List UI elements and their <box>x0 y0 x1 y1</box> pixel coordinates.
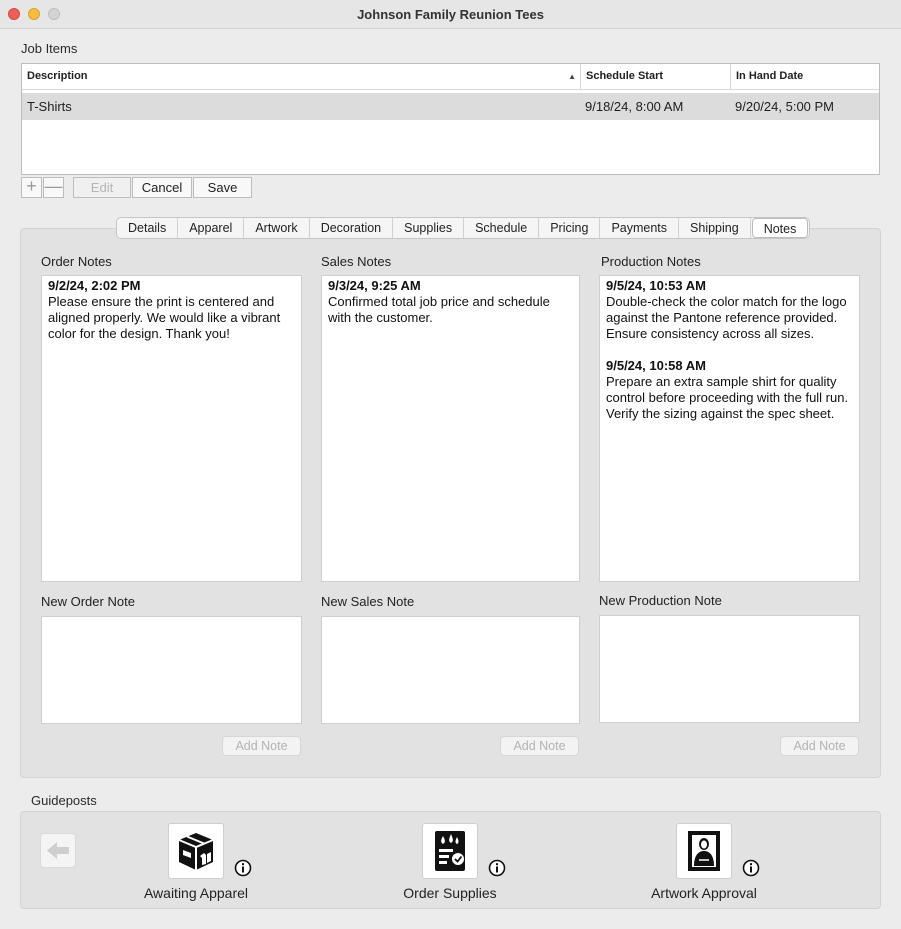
new-production-note-label: New Production Note <box>599 593 722 608</box>
note-text: Prepare an extra sample shirt for qualit… <box>606 374 849 421</box>
save-button[interactable]: Save <box>193 177 252 198</box>
column-header-schedule-start[interactable]: Schedule Start <box>580 64 730 89</box>
awaiting-apparel-guidepost[interactable] <box>168 823 224 879</box>
cell-description: T-Shirts <box>27 99 72 114</box>
remove-item-button[interactable]: — <box>43 177 64 198</box>
guideposts-label: Guideposts <box>31 793 97 808</box>
note-text: Confirmed total job price and schedule w… <box>328 294 550 325</box>
tab-decoration[interactable]: Decoration <box>310 218 394 238</box>
cell-in-hand-date: 9/20/24, 5:00 PM <box>735 99 835 114</box>
new-order-note-input[interactable] <box>41 616 302 724</box>
window-title: Johnson Family Reunion Tees <box>357 7 544 22</box>
tab-supplies[interactable]: Supplies <box>393 218 465 238</box>
column-header-description[interactable]: Description ▲ <box>22 64 580 89</box>
back-button[interactable] <box>40 833 76 868</box>
tab-shipping[interactable]: Shipping <box>679 218 751 238</box>
artwork-approval-guidepost[interactable] <box>676 823 732 879</box>
new-sales-note-input[interactable] <box>321 616 580 724</box>
tab-bar: Details Apparel Artwork Decoration Suppl… <box>116 217 811 239</box>
order-supplies-label: Order Supplies <box>403 885 497 901</box>
order-notes-label: Order Notes <box>41 254 112 269</box>
table-row[interactable]: T-Shirts 9/18/24, 8:00 AM 9/20/24, 5:00 … <box>22 93 879 120</box>
note-timestamp: 9/5/24, 10:53 AM <box>606 278 706 293</box>
note-text: Please ensure the print is centered and … <box>48 294 281 341</box>
job-items-label: Job Items <box>21 41 78 56</box>
note-entry: 9/5/24, 10:53 AM Double-check the color … <box>606 278 853 342</box>
order-notes-view[interactable]: 9/2/24, 2:02 PM Please ensure the print … <box>41 275 302 582</box>
note-text: Double-check the color match for the log… <box>606 294 847 341</box>
artwork-approval-label: Artwork Approval <box>651 885 757 901</box>
production-notes-label: Production Notes <box>601 254 701 269</box>
note-timestamp: 9/3/24, 9:25 AM <box>328 278 421 293</box>
job-items-table: Description ▲ Schedule Start In Hand Dat… <box>21 63 880 175</box>
info-icon[interactable] <box>488 859 506 877</box>
tab-schedule[interactable]: Schedule <box>464 218 540 238</box>
new-sales-note-label: New Sales Note <box>321 594 415 609</box>
add-item-button[interactable]: + <box>21 177 42 198</box>
awaiting-apparel-label: Awaiting Apparel <box>143 885 249 901</box>
add-order-note-button[interactable]: Add Note <box>222 736 301 756</box>
framed-portrait-icon <box>688 831 720 871</box>
sort-ascending-icon: ▲ <box>568 72 576 81</box>
info-icon[interactable] <box>234 859 252 877</box>
order-supplies-guidepost[interactable] <box>422 823 478 879</box>
note-entry: 9/2/24, 2:02 PM Please ensure the print … <box>48 278 295 342</box>
column-header-in-hand-date[interactable]: In Hand Date <box>730 64 879 89</box>
ink-supplies-icon <box>435 831 465 871</box>
tab-apparel[interactable]: Apparel <box>178 218 245 238</box>
title-bar: Johnson Family Reunion Tees <box>0 0 901 29</box>
sales-notes-label: Sales Notes <box>321 254 392 269</box>
tab-payments[interactable]: Payments <box>600 218 680 238</box>
info-icon[interactable] <box>742 859 760 877</box>
edit-button[interactable]: Edit <box>73 177 131 198</box>
arrow-left-icon <box>47 842 69 859</box>
new-production-note-input[interactable] <box>599 615 860 723</box>
production-notes-view[interactable]: 9/5/24, 10:53 AM Double-check the color … <box>599 275 860 582</box>
new-order-note-label: New Order Note <box>41 594 135 609</box>
tab-details[interactable]: Details <box>117 218 179 238</box>
apparel-box-icon <box>178 833 214 870</box>
note-timestamp: 9/5/24, 10:58 AM <box>606 358 706 373</box>
sales-notes-view[interactable]: 9/3/24, 9:25 AM Confirmed total job pric… <box>321 275 580 582</box>
add-sales-note-button[interactable]: Add Note <box>500 736 579 756</box>
add-production-note-button[interactable]: Add Note <box>780 736 859 756</box>
tab-artwork[interactable]: Artwork <box>244 218 310 238</box>
tab-pricing[interactable]: Pricing <box>539 218 601 238</box>
note-entry: 9/3/24, 9:25 AM Confirmed total job pric… <box>328 278 573 326</box>
note-timestamp: 9/2/24, 2:02 PM <box>48 278 141 293</box>
tab-notes[interactable]: Notes <box>751 218 809 238</box>
cancel-button[interactable]: Cancel <box>132 177 192 198</box>
note-entry: 9/5/24, 10:58 AM Prepare an extra sample… <box>606 358 853 422</box>
cell-schedule-start: 9/18/24, 8:00 AM <box>585 99 684 114</box>
table-header: Description ▲ Schedule Start In Hand Dat… <box>22 64 879 90</box>
